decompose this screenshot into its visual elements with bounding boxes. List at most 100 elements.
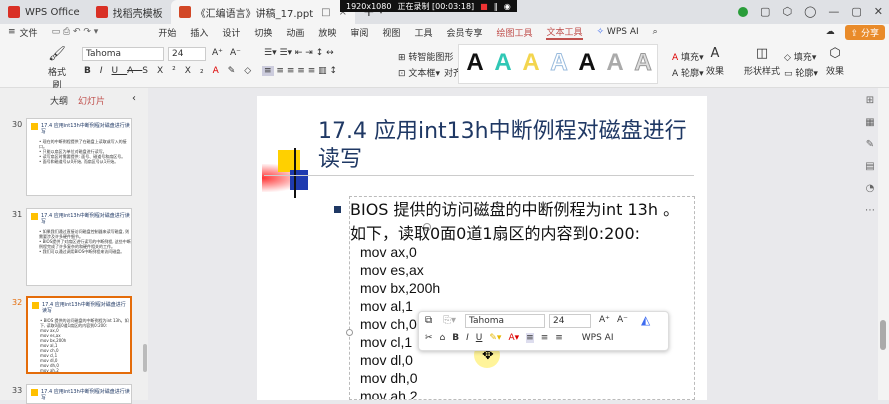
menu-file[interactable]: 文件: [20, 26, 38, 39]
font-grow-icon[interactable]: A⁺: [212, 48, 223, 58]
columns-button[interactable]: ▥: [318, 66, 327, 76]
subscript-button[interactable]: X₂: [185, 66, 213, 76]
menu-tools[interactable]: 工具: [414, 26, 432, 39]
side-tool-icon[interactable]: ▦: [862, 112, 878, 134]
bullets-button[interactable]: ☰▾ ☰▾ ⇤ ⇥ ↕ ↔: [264, 48, 334, 58]
restore-icon[interactable]: ▢: [760, 5, 770, 18]
minimize-icon[interactable]: —: [828, 5, 839, 18]
tab-presentation[interactable]: 《汇编语言》讲稿_17.ppt □ ×: [170, 0, 356, 24]
cloud-icon[interactable]: ☁: [826, 27, 835, 37]
text-outline-button[interactable]: A 轮廓▾: [672, 66, 704, 79]
mini-font-grow-icon[interactable]: A⁺: [599, 315, 610, 325]
font-shrink-icon[interactable]: A⁻: [230, 48, 241, 58]
collapse-panel-icon[interactable]: ‹: [132, 93, 136, 104]
mini-font-size[interactable]: 24: [549, 314, 591, 328]
mini-bold-button[interactable]: B: [452, 333, 459, 343]
share-button[interactable]: ⇪ 分享: [844, 24, 885, 40]
slide-body[interactable]: BIOS 提供的访问磁盘的中断例程为int 13h 。 如下，读取0面0道1扇区…: [334, 198, 679, 246]
text-style-gray[interactable]: A: [602, 48, 628, 78]
side-tool-icon[interactable]: ⊞: [862, 90, 878, 112]
shape-effect-button[interactable]: ⬡ 效果: [826, 46, 844, 77]
shadow-button[interactable]: S: [142, 66, 157, 76]
hamburger-icon[interactable]: ≡: [8, 27, 16, 37]
align-center-button[interactable]: ≡: [276, 66, 284, 76]
shape-style-button[interactable]: ◫ 形状样式: [744, 46, 780, 77]
menu-home[interactable]: 开始: [158, 26, 176, 39]
mini-format-painter-icon[interactable]: ⌂: [440, 333, 446, 343]
window-close-icon[interactable]: ✕: [874, 5, 883, 18]
mini-align-center-button[interactable]: ≡: [541, 333, 549, 343]
menu-drawing-tools[interactable]: 绘图工具: [496, 26, 532, 39]
menu-animations[interactable]: 动画: [286, 26, 304, 39]
user-icon[interactable]: ◯: [804, 5, 816, 18]
mini-wps-ai-label[interactable]: WPS AI: [582, 333, 614, 343]
smartart-button[interactable]: ⊞ 转智能图形: [398, 50, 453, 63]
align-right-button[interactable]: ≡: [287, 66, 295, 76]
justify-button[interactable]: ≡: [297, 66, 305, 76]
highlight-button[interactable]: ✎: [228, 66, 245, 76]
vertical-scrollbar[interactable]: [878, 88, 889, 400]
font-name-select[interactable]: Tahoma: [82, 47, 164, 61]
pause-icon[interactable]: ‖: [494, 2, 498, 11]
font-color-button[interactable]: A: [213, 66, 228, 76]
format-painter-button[interactable]: 🖌 格式刷: [44, 46, 70, 91]
tab-outline[interactable]: 大纲: [50, 94, 68, 107]
text-style-black[interactable]: A: [462, 48, 488, 78]
side-tool-icon[interactable]: ✎: [862, 134, 878, 156]
text-style-bold-black[interactable]: A: [574, 48, 600, 78]
maximize-icon[interactable]: ▢: [851, 5, 861, 18]
side-tool-icon[interactable]: ◔: [862, 178, 878, 200]
mini-italic-button[interactable]: I: [466, 333, 469, 343]
text-style-yellow[interactable]: A: [518, 48, 544, 78]
menu-text-tools[interactable]: 文本工具: [546, 25, 583, 40]
resize-handle[interactable]: [346, 329, 353, 336]
tab-wps-office[interactable]: WPS Office: [0, 0, 88, 24]
strikethrough-button[interactable]: A: [127, 66, 142, 76]
text-style-outline[interactable]: A: [546, 48, 572, 78]
text-fill-button[interactable]: A 填充▾: [672, 50, 704, 63]
mini-cut-icon[interactable]: ✂: [425, 333, 433, 343]
text-style-teal[interactable]: A: [490, 48, 516, 78]
mini-align-left-button[interactable]: ≡: [526, 333, 534, 343]
slide-title[interactable]: 17.4 应用int13h中断例程对磁盘进行读写: [318, 118, 698, 174]
mini-font-shrink-icon[interactable]: A⁻: [617, 315, 628, 325]
side-tool-icon[interactable]: ⋯: [862, 200, 878, 222]
mini-paste-icon[interactable]: ⎘▾: [443, 315, 456, 326]
clear-format-button[interactable]: ◇: [244, 66, 260, 76]
italic-button[interactable]: I: [100, 66, 112, 76]
menu-view[interactable]: 视图: [382, 26, 400, 39]
settings-icon[interactable]: ⬡: [782, 5, 792, 18]
search-icon[interactable]: ⌕: [653, 27, 658, 37]
mini-wps-ai-icon[interactable]: ◭: [641, 313, 650, 327]
shape-outline-button[interactable]: ▭ 轮廓▾: [784, 66, 818, 79]
mini-align-right-button[interactable]: ≡: [555, 333, 563, 343]
menu-design[interactable]: 设计: [222, 26, 240, 39]
slide-thumb-33[interactable]: 17.4 应用int13h中断例程对磁盘进行读写: [26, 384, 132, 404]
mini-underline-button[interactable]: U: [476, 333, 483, 343]
line-spacing-button[interactable]: ↕: [330, 66, 338, 76]
mini-font-color-button[interactable]: A▾: [508, 333, 519, 343]
slide-thumb-30[interactable]: 17.4 应用int13h中断例程对磁盘进行读写 • 现在的中断例程提供了在磁盘…: [26, 118, 132, 196]
menu-slideshow[interactable]: 放映: [318, 26, 336, 39]
menu-review[interactable]: 审阅: [350, 26, 368, 39]
bold-button[interactable]: B: [84, 66, 100, 76]
mini-font-name[interactable]: Tahoma: [465, 314, 545, 328]
close-tab-icon[interactable]: □: [321, 7, 330, 18]
menu-member[interactable]: 会员专享: [446, 26, 482, 39]
slide-thumb-32[interactable]: 17.4 应用int13h中断例程对磁盘进行读写 • BIOS 提供的访问磁盘的…: [26, 296, 132, 374]
menu-transitions[interactable]: 切换: [254, 26, 272, 39]
text-box-button[interactable]: ⊡ 文本框▾: [398, 66, 440, 79]
distribute-button[interactable]: ≡: [308, 66, 316, 76]
scroll-thumb[interactable]: [880, 320, 886, 350]
side-tool-icon[interactable]: ▤: [862, 156, 878, 178]
align-left-button[interactable]: ≡: [262, 66, 274, 76]
text-style-silver[interactable]: A: [630, 48, 656, 78]
slide-thumb-31[interactable]: 17.4 应用int13h中断例程对磁盘进行读写 • 如果我们通过直接访问磁盘控…: [26, 208, 132, 286]
update-icon[interactable]: [738, 6, 749, 17]
camera-icon[interactable]: ◉: [504, 2, 511, 11]
menu-insert[interactable]: 插入: [190, 26, 208, 39]
text-effect-button[interactable]: A 效果: [706, 46, 724, 77]
superscript-button[interactable]: X²: [157, 66, 185, 76]
quick-access-icons[interactable]: ▭ ⎙ ↶ ↷ ▾: [52, 27, 99, 37]
tab-docer-templates[interactable]: 找稻壳模板: [88, 0, 171, 24]
